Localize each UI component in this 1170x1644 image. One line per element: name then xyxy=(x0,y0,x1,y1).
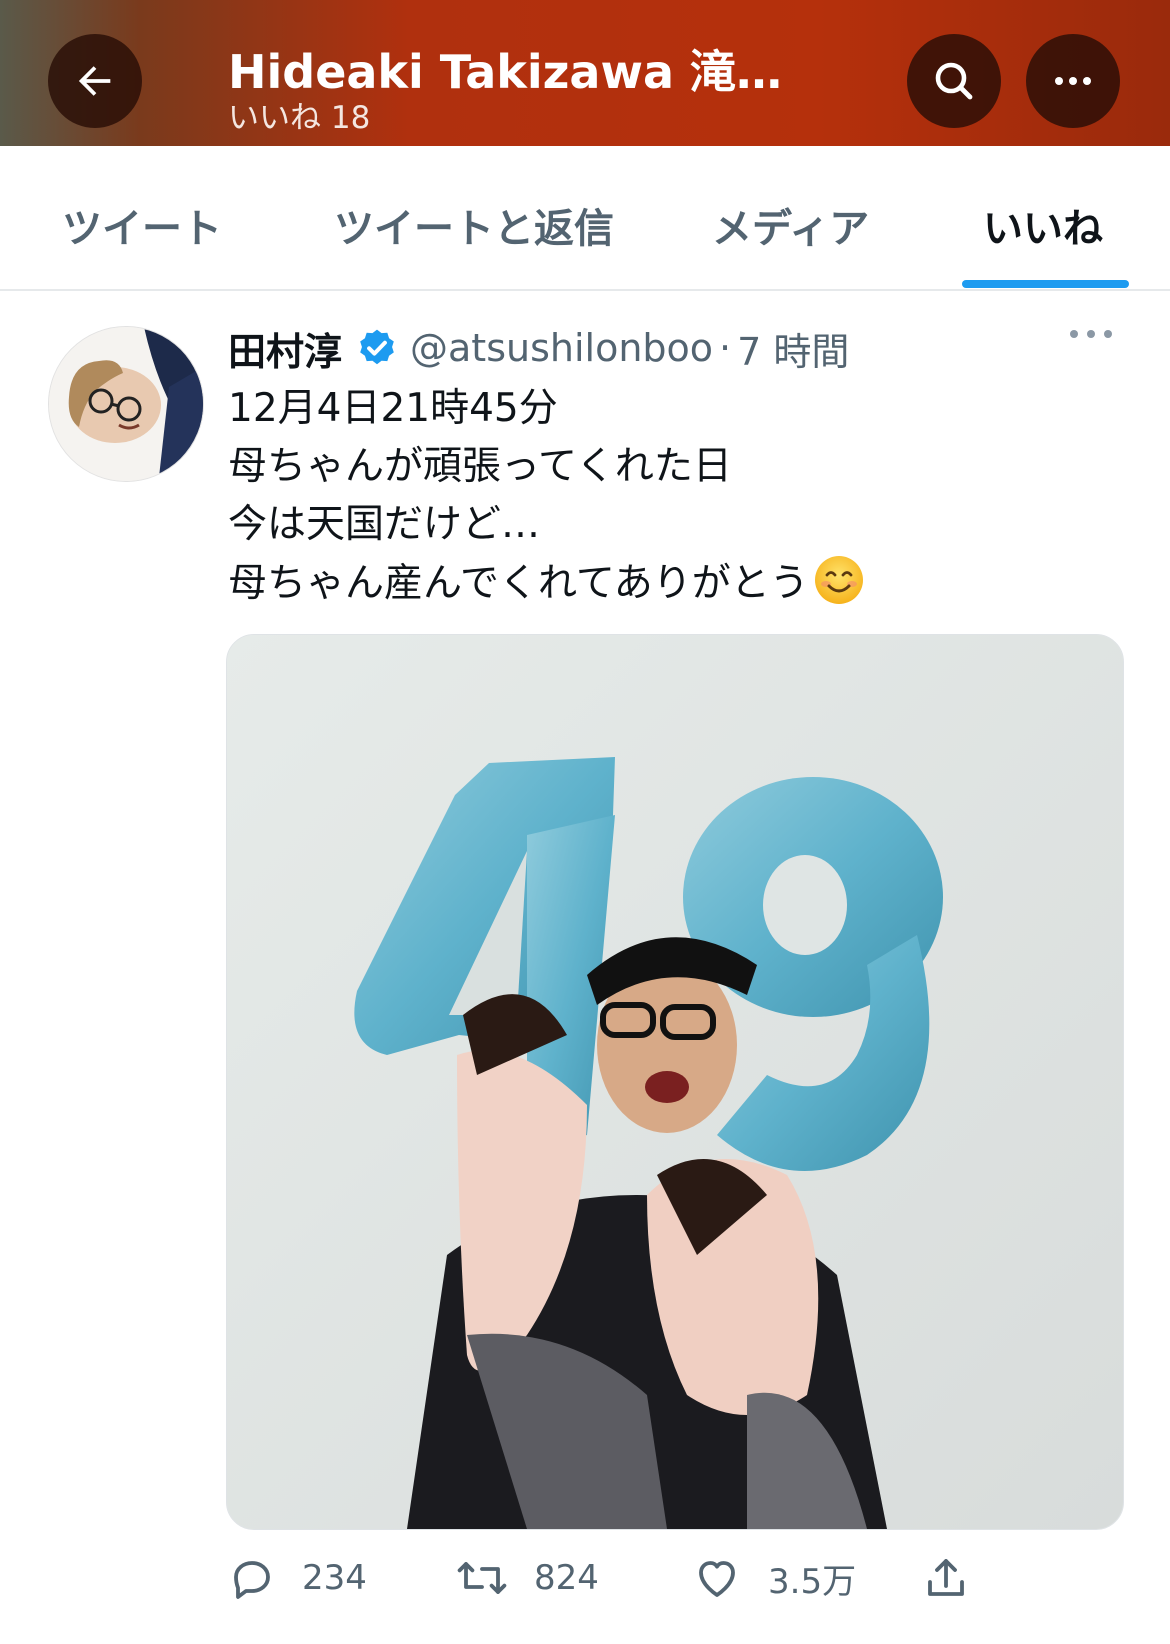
back-button[interactable] xyxy=(48,34,142,128)
search-button[interactable] xyxy=(907,34,1001,128)
reply-icon xyxy=(234,1561,270,1599)
author-avatar[interactable] xyxy=(48,326,204,482)
tweet-line: 今は天国だけど… xyxy=(228,502,541,547)
avatar-image xyxy=(49,327,203,481)
like-button[interactable]: 3.5万 xyxy=(692,1548,856,1608)
active-tab-indicator xyxy=(962,280,1129,288)
tab-tweets-and-replies[interactable]: ツイートと返信 xyxy=(334,196,614,254)
tweet-media-photo[interactable] xyxy=(226,634,1124,1530)
tweet-line: 母ちゃんが頑張ってくれた日 xyxy=(228,444,732,489)
profile-tabs: ツイート ツイートと返信 メディア いいね xyxy=(0,146,1170,291)
share-icon xyxy=(928,1559,964,1596)
photo-image xyxy=(227,635,1123,1529)
more-horizontal-icon xyxy=(1070,330,1112,338)
more-horizontal-icon xyxy=(1055,77,1091,85)
tweet-header: 田村淳 @atsushilonboo · 7 時間 xyxy=(228,320,849,376)
tweet-line: 12月4日21時45分 xyxy=(228,386,558,431)
reply-button[interactable]: 234 xyxy=(228,1548,367,1608)
tweet-more-button[interactable] xyxy=(1068,324,1114,348)
tab-tweets[interactable]: ツイート xyxy=(62,196,222,254)
share-button[interactable] xyxy=(922,1548,970,1608)
profile-header: Hideaki Takizawa 滝… いいね 18 xyxy=(0,0,1170,146)
smiling-face-emoji-icon xyxy=(814,556,863,604)
header-like-count: いいね 18 xyxy=(228,100,371,136)
retweet-button[interactable]: 824 xyxy=(456,1548,599,1608)
author-handle[interactable]: @atsushilonboo xyxy=(410,326,713,370)
like-count: 3.5万 xyxy=(768,1561,857,1602)
tweet-time[interactable]: 7 時間 xyxy=(737,321,849,376)
retweet-icon xyxy=(457,1562,507,1594)
separator-dot: · xyxy=(719,326,732,370)
tweet-actions: 234 824 3.5万 xyxy=(228,1548,1128,1608)
heart-icon xyxy=(699,1561,735,1597)
search-icon xyxy=(935,62,973,100)
tab-likes[interactable]: いいね xyxy=(983,196,1103,254)
tweet-line-with-emoji: 母ちゃん産んでくれてありがとう xyxy=(228,554,1128,613)
more-button[interactable] xyxy=(1026,34,1120,128)
reply-count: 234 xyxy=(302,1558,367,1598)
tweet-text: 12月4日21時45分 母ちゃんが頑張ってくれた日 今は天国だけど… 母ちゃん産… xyxy=(228,380,1128,613)
tweet-line: 母ちゃん産んでくれてありがとう xyxy=(228,561,809,606)
author-name[interactable]: 田村淳 xyxy=(228,321,342,376)
arrow-left-icon xyxy=(78,66,111,96)
verified-badge-icon xyxy=(360,329,394,365)
retweet-count: 824 xyxy=(534,1558,599,1598)
tab-media[interactable]: メディア xyxy=(712,196,869,254)
